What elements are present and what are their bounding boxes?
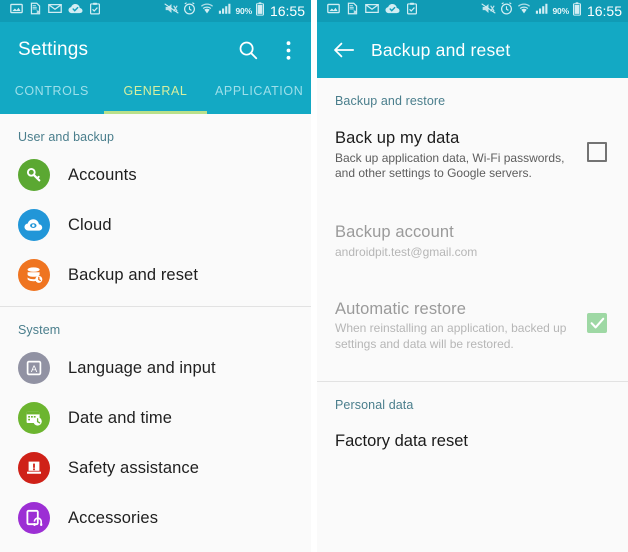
backup-settings-list: Backup and restore Back up my data Back … — [317, 78, 628, 552]
app-bar-actions — [235, 37, 301, 63]
wifi-icon — [200, 2, 214, 20]
sidebar-item-accessories[interactable]: Accessories — [0, 493, 311, 543]
image-icon — [327, 2, 340, 20]
sidebar-item-label: Cloud — [68, 215, 112, 234]
cloud-check-icon — [385, 2, 400, 20]
svg-text:A: A — [31, 364, 38, 375]
pref-spacer — [317, 271, 628, 289]
search-icon[interactable] — [235, 37, 261, 63]
tab-active-indicator — [103, 111, 208, 114]
dual-screenshot: 90% 16:55 Settings CONTROLS GENERAL APPL… — [0, 0, 628, 552]
section-header-system: System — [18, 323, 61, 337]
settings-list: User and backup Accounts Cloud Backup an… — [0, 114, 311, 552]
mute-icon — [163, 2, 179, 20]
sidebar-item-date-and-time[interactable]: Date and time — [0, 393, 311, 443]
tab-controls[interactable]: CONTROLS — [0, 78, 104, 98]
pref-widget — [580, 222, 614, 236]
email-icon — [365, 2, 379, 20]
mute-icon — [480, 2, 496, 20]
pref-widget — [580, 128, 614, 162]
sidebar-item-language-and-input[interactable]: A Language and input — [0, 343, 311, 393]
database-restore-icon — [18, 259, 50, 291]
backup-app-bar: Backup and reset — [317, 22, 628, 78]
settings-screen: 90% 16:55 Settings CONTROLS GENERAL APPL… — [0, 0, 311, 552]
cloud-sync-icon — [18, 209, 50, 241]
battery-percent-label: 90% — [552, 5, 570, 16]
automatic-restore-checkbox[interactable] — [587, 312, 607, 333]
status-bar-left: 90% 16:55 — [0, 0, 311, 22]
image-icon — [10, 2, 23, 20]
sidebar-item-cloud[interactable]: Cloud — [0, 200, 311, 250]
sidebar-item-label: Language and input — [68, 358, 216, 377]
pref-widget — [580, 299, 614, 333]
battery-percent-label: 90% — [235, 5, 253, 16]
pref-backup-account[interactable]: Backup account androidpit.test@gmail.com — [317, 212, 628, 270]
cloud-check-icon — [68, 2, 83, 20]
status-bar-right: 90% 16:55 — [317, 0, 628, 22]
document-error-icon — [346, 2, 359, 20]
signal-icon — [535, 2, 549, 20]
pref-subtitle: androidpit.test@gmail.com — [335, 244, 478, 259]
status-bar-system-icons: 90% 16:55 — [163, 1, 305, 21]
section-header-backup-and-restore: Backup and restore — [335, 94, 446, 108]
status-bar-notification-icons — [10, 2, 101, 20]
back-up-my-data-checkbox[interactable] — [587, 142, 607, 162]
key-icon — [18, 159, 50, 191]
pref-subtitle: When reinstalling an application, backed… — [335, 321, 567, 352]
section-header-personal-data: Personal data — [335, 398, 414, 413]
clipboard-check-icon — [89, 2, 101, 20]
pref-spacer — [317, 194, 628, 212]
headset-device-icon — [18, 502, 50, 534]
sidebar-item-label: Accessories — [68, 508, 159, 527]
status-bar-system-icons: 90% 16:55 — [480, 1, 622, 21]
overflow-menu-icon[interactable] — [275, 37, 301, 63]
email-icon — [48, 2, 62, 20]
settings-tabs: CONTROLS GENERAL APPLICATION — [0, 78, 311, 114]
battery-icon — [255, 1, 264, 21]
pref-title: Back up my data — [335, 129, 460, 147]
warning-icon — [18, 452, 50, 484]
pref-title: Backup account — [335, 223, 454, 242]
alarm-icon — [183, 2, 196, 20]
clipboard-check-icon — [406, 2, 418, 20]
tab-application[interactable]: APPLICATION — [207, 78, 311, 98]
document-error-icon — [29, 2, 42, 20]
sidebar-item-backup-and-reset[interactable]: Backup and reset — [0, 250, 311, 300]
letter-a-icon: A — [18, 352, 50, 384]
pref-factory-data-reset[interactable]: Factory data reset — [317, 418, 628, 465]
sidebar-item-safety-assistance[interactable]: Safety assistance — [0, 443, 311, 493]
back-arrow-icon[interactable] — [331, 37, 357, 63]
alarm-icon — [500, 2, 513, 20]
backup-and-reset-screen: 90% 16:55 Backup and reset Backup and re… — [317, 0, 628, 552]
pref-automatic-restore[interactable]: Automatic restore When reinstalling an a… — [317, 289, 628, 363]
pref-title: Automatic restore — [335, 299, 467, 318]
sidebar-item-label: Date and time — [68, 408, 173, 427]
sidebar-item-accounts[interactable]: Accounts — [0, 150, 311, 200]
calendar-clock-icon — [18, 402, 50, 434]
sidebar-item-label: Safety assistance — [68, 458, 200, 477]
wifi-icon — [517, 2, 531, 20]
page-title: Settings — [18, 39, 89, 60]
battery-icon — [572, 1, 581, 21]
pref-back-up-my-data[interactable]: Back up my data Back up application data… — [317, 114, 628, 194]
page-title: Backup and reset — [371, 39, 511, 60]
signal-icon — [218, 2, 232, 20]
sidebar-item-label: Backup and reset — [68, 265, 199, 284]
pref-subtitle: Back up application data, Wi-Fi password… — [335, 150, 565, 181]
pref-text-group: Automatic restore When reinstalling an a… — [335, 299, 580, 353]
status-bar-notification-icons — [327, 2, 418, 20]
sidebar-item-label: Accounts — [68, 165, 137, 184]
section-header-user-and-backup: User and backup — [18, 130, 115, 144]
settings-app-bar: Settings — [0, 22, 311, 78]
pref-text-group: Backup account androidpit.test@gmail.com — [335, 222, 580, 260]
status-bar-clock: 16:55 — [586, 3, 622, 19]
tab-general[interactable]: GENERAL — [104, 78, 208, 98]
pref-text-group: Back up my data Back up application data… — [335, 128, 580, 182]
status-bar-clock: 16:55 — [269, 3, 305, 19]
